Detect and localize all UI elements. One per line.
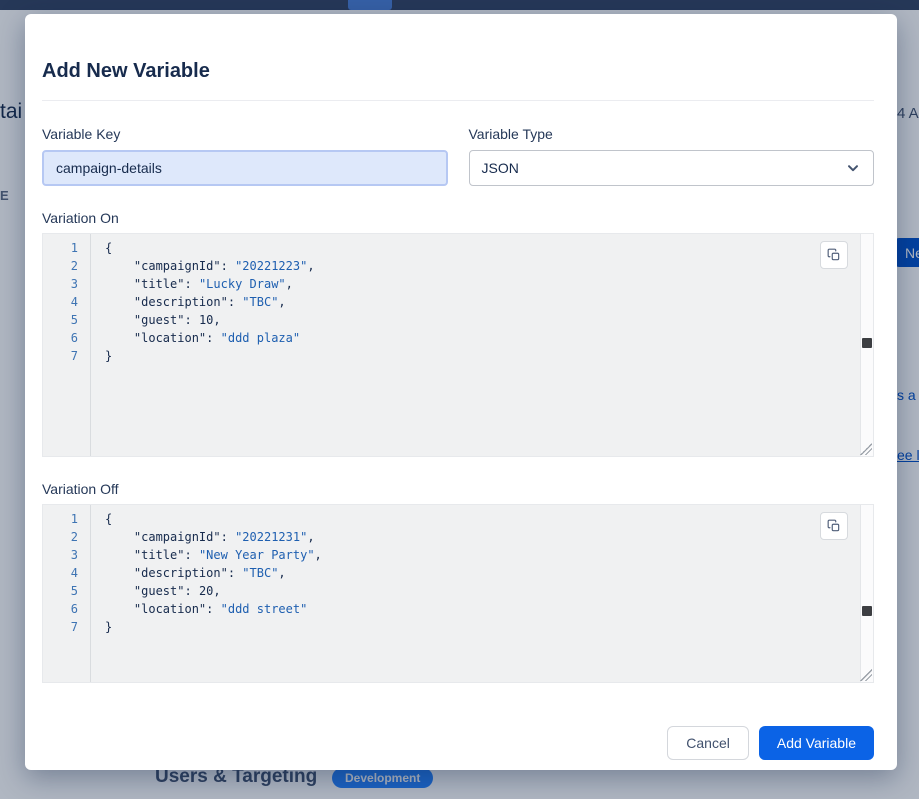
header-divider [42,100,874,101]
line-number: 5 [43,311,90,329]
modal-footer: Cancel Add Variable [667,726,874,760]
line-number: 1 [43,510,90,528]
scrollbar-thumb[interactable] [862,338,872,348]
code-line: } [105,618,859,636]
copy-button[interactable] [820,241,848,269]
editor-gutter: 1234567 [43,234,91,456]
modal-title: Add New Variable [42,59,874,83]
code-line: "description": "TBC", [105,564,859,582]
resize-handle[interactable] [860,443,872,455]
copy-icon [827,519,841,533]
line-number: 3 [43,275,90,293]
line-number: 7 [43,347,90,365]
code-line: "title": "Lucky Draw", [105,275,859,293]
code-line: "guest": 10, [105,311,859,329]
editor-scrollbar[interactable] [860,505,873,682]
code-line: "location": "ddd plaza" [105,329,859,347]
code-line: "title": "New Year Party", [105,546,859,564]
line-number: 6 [43,329,90,347]
editor-code-area[interactable]: { "campaignId": "20221223", "title": "Lu… [91,234,859,456]
variation-off-editor[interactable]: 1234567 { "campaignId": "20221231", "tit… [42,504,874,683]
code-line: "description": "TBC", [105,293,859,311]
code-line: { [105,239,859,257]
line-number: 4 [43,293,90,311]
copy-icon [827,248,841,262]
cancel-button[interactable]: Cancel [667,726,749,760]
editor-scrollbar[interactable] [860,234,873,456]
scrollbar-thumb[interactable] [862,606,872,616]
line-number: 1 [43,239,90,257]
code-line: "location": "ddd street" [105,600,859,618]
code-line: "campaignId": "20221231", [105,528,859,546]
add-new-variable-modal: Add New Variable Variable Key Variable T… [25,14,897,770]
variable-key-label: Variable Key [42,126,448,142]
variation-on-editor[interactable]: 1234567 { "campaignId": "20221223", "tit… [42,233,874,457]
variable-key-input[interactable] [42,150,448,186]
copy-button[interactable] [820,512,848,540]
line-number: 4 [43,564,90,582]
line-number: 2 [43,528,90,546]
editor-gutter: 1234567 [43,505,91,682]
variation-on-label: Variation On [42,210,874,226]
line-number: 3 [43,546,90,564]
variation-off-label: Variation Off [42,481,874,497]
code-line: } [105,347,859,365]
variable-key-field: Variable Key [42,126,448,186]
add-variable-button[interactable]: Add Variable [759,726,874,760]
line-number: 5 [43,582,90,600]
editor-code-area[interactable]: { "campaignId": "20221231", "title": "Ne… [91,505,859,682]
variable-type-label: Variable Type [469,126,875,142]
resize-handle[interactable] [860,669,872,681]
line-number: 6 [43,600,90,618]
code-line: { [105,510,859,528]
form-row: Variable Key Variable Type JSON [42,126,874,186]
variable-type-field: Variable Type JSON [469,126,875,186]
line-number: 7 [43,618,90,636]
variable-type-value: JSON [482,160,519,176]
code-line: "guest": 20, [105,582,859,600]
code-line: "campaignId": "20221223", [105,257,859,275]
variable-type-select[interactable]: JSON [469,150,875,186]
line-number: 2 [43,257,90,275]
chevron-down-icon [845,160,861,176]
